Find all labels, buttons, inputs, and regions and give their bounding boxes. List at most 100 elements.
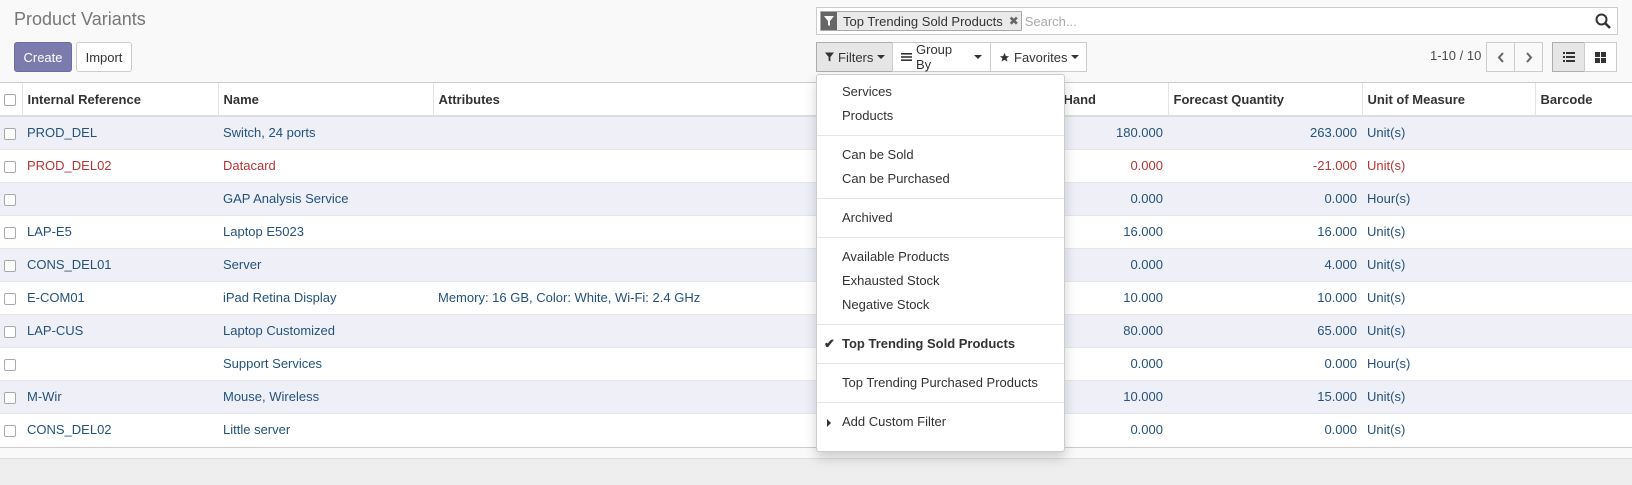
cell-barcode bbox=[1535, 148, 1632, 182]
pager-next-button[interactable] bbox=[1514, 42, 1543, 72]
cell-forecast-quantity: 4.000 bbox=[1168, 247, 1362, 281]
menu-divider bbox=[817, 237, 1064, 238]
kanban-view-button[interactable] bbox=[1584, 42, 1617, 72]
cell-barcode bbox=[1535, 412, 1632, 446]
row-checkbox[interactable] bbox=[4, 325, 16, 338]
star-icon bbox=[999, 52, 1010, 63]
search-facet-label: Top Trending Sold Products bbox=[843, 13, 1003, 29]
cell-attributes bbox=[433, 115, 817, 149]
filter-top-trending-sold-label: Top Trending Sold Products bbox=[842, 336, 1016, 351]
cell-unit-of-measure: Unit(s) bbox=[1362, 214, 1535, 248]
cell-barcode bbox=[1535, 181, 1632, 215]
group-by-label: Group By bbox=[916, 42, 953, 72]
cell-internal-reference: E-COM01 bbox=[22, 280, 218, 314]
row-checkbox[interactable] bbox=[4, 259, 16, 272]
cell-forecast-quantity: 0.000 bbox=[1168, 346, 1362, 380]
cell-internal-reference: LAP-CUS bbox=[22, 313, 218, 347]
select-all-checkbox[interactable] bbox=[4, 94, 16, 107]
add-custom-filter[interactable]: Add Custom Filter bbox=[817, 410, 1064, 434]
cell-internal-reference bbox=[22, 181, 218, 215]
column-internal-reference[interactable]: Internal Reference bbox=[22, 83, 219, 117]
cell-attributes bbox=[433, 181, 817, 215]
menu-divider bbox=[817, 363, 1064, 364]
cell-unit-of-measure: Unit(s) bbox=[1362, 280, 1535, 314]
filter-archived[interactable]: Archived bbox=[817, 206, 1064, 230]
create-button[interactable]: Create bbox=[14, 42, 72, 72]
favorites-label: Favorites bbox=[1014, 49, 1068, 65]
pager-value[interactable]: 1-10 / 10 bbox=[1430, 48, 1481, 63]
search-icon[interactable] bbox=[1595, 13, 1611, 29]
filter-exhausted-stock[interactable]: Exhausted Stock bbox=[817, 269, 1064, 293]
column-name[interactable]: Name bbox=[218, 83, 434, 117]
caret-down-icon bbox=[1071, 55, 1080, 59]
filters-dropdown-menu: Services Products Can be Sold Can be Pur… bbox=[816, 74, 1065, 452]
row-checkbox[interactable] bbox=[4, 226, 16, 239]
cell-attributes: Memory: 16 GB, Color: White, Wi-Fi: 2.4 … bbox=[433, 280, 817, 314]
filter-can-be-sold[interactable]: Can be Sold bbox=[817, 143, 1064, 167]
row-checkbox[interactable] bbox=[4, 193, 16, 206]
search-box[interactable]: Top Trending Sold Products ✖ bbox=[816, 7, 1618, 35]
row-checkbox[interactable] bbox=[4, 424, 16, 437]
page-title: Product Variants bbox=[14, 9, 146, 29]
filter-negative-stock[interactable]: Negative Stock bbox=[817, 293, 1064, 317]
pager-previous-button[interactable] bbox=[1486, 42, 1515, 72]
favorites-button[interactable]: Favorites bbox=[990, 42, 1087, 72]
filters-button[interactable]: Filters bbox=[816, 42, 893, 72]
list-view-button[interactable] bbox=[1552, 42, 1585, 72]
cell-barcode bbox=[1535, 214, 1632, 248]
filter-top-trending-purchased[interactable]: Top Trending Purchased Products bbox=[817, 371, 1064, 395]
kanban-icon bbox=[1595, 51, 1606, 63]
cell-forecast-quantity: 16.000 bbox=[1168, 214, 1362, 248]
cell-name: Laptop E5023 bbox=[218, 214, 433, 248]
row-select-cell bbox=[0, 280, 22, 314]
column-forecast-quantity[interactable]: Forecast Quantity bbox=[1168, 83, 1363, 117]
cell-name: Mouse, Wireless bbox=[218, 379, 433, 413]
cell-internal-reference bbox=[22, 346, 218, 380]
search-input[interactable] bbox=[1024, 13, 1617, 29]
cell-attributes bbox=[433, 346, 817, 380]
cell-barcode bbox=[1535, 313, 1632, 347]
add-custom-filter-label: Add Custom Filter bbox=[842, 414, 947, 429]
cell-attributes bbox=[433, 214, 817, 248]
cell-internal-reference: M-Wir bbox=[22, 379, 218, 413]
select-all-cell bbox=[0, 83, 23, 117]
row-checkbox[interactable] bbox=[4, 358, 16, 371]
filter-top-trending-sold[interactable]: ✔ Top Trending Sold Products bbox=[817, 332, 1064, 356]
footer-bar bbox=[0, 458, 1632, 485]
cell-barcode bbox=[1535, 280, 1632, 314]
row-checkbox[interactable] bbox=[4, 391, 16, 404]
column-attributes[interactable]: Attributes bbox=[433, 83, 818, 117]
column-unit-of-measure[interactable]: Unit of Measure bbox=[1362, 83, 1536, 117]
cell-internal-reference: PROD_DEL bbox=[22, 115, 218, 149]
import-button[interactable]: Import bbox=[76, 42, 132, 72]
row-checkbox[interactable] bbox=[4, 160, 16, 173]
cell-barcode bbox=[1535, 247, 1632, 281]
cell-name: Little server bbox=[218, 412, 433, 446]
facet-remove-icon[interactable]: ✖ bbox=[1007, 14, 1021, 28]
row-checkbox[interactable] bbox=[4, 292, 16, 305]
menu-divider bbox=[817, 402, 1064, 403]
column-barcode[interactable]: Barcode bbox=[1535, 83, 1632, 117]
filter-can-be-purchased[interactable]: Can be Purchased bbox=[817, 167, 1064, 191]
cell-attributes bbox=[433, 247, 817, 281]
menu-divider bbox=[817, 198, 1064, 199]
filter-icon bbox=[821, 12, 837, 30]
cell-internal-reference: CONS_DEL01 bbox=[22, 247, 218, 281]
caret-down-icon bbox=[877, 55, 886, 59]
row-select-cell bbox=[0, 214, 22, 248]
cell-unit-of-measure: Hour(s) bbox=[1362, 346, 1535, 380]
filter-available-products[interactable]: Available Products bbox=[817, 245, 1064, 269]
filter-services[interactable]: Services bbox=[817, 80, 1064, 104]
chevron-left-icon bbox=[1497, 51, 1504, 63]
row-checkbox[interactable] bbox=[4, 127, 16, 140]
cell-unit-of-measure: Unit(s) bbox=[1362, 115, 1535, 149]
cell-name: Support Services bbox=[218, 346, 433, 380]
cell-name: Laptop Customized bbox=[218, 313, 433, 347]
cell-name: GAP Analysis Service bbox=[218, 181, 433, 215]
cell-name: Switch, 24 ports bbox=[218, 115, 433, 149]
cell-unit-of-measure: Unit(s) bbox=[1362, 313, 1535, 347]
group-by-button[interactable]: Group By bbox=[892, 42, 991, 72]
list-icon bbox=[1562, 52, 1575, 62]
filter-products[interactable]: Products bbox=[817, 104, 1064, 128]
cell-barcode bbox=[1535, 379, 1632, 413]
